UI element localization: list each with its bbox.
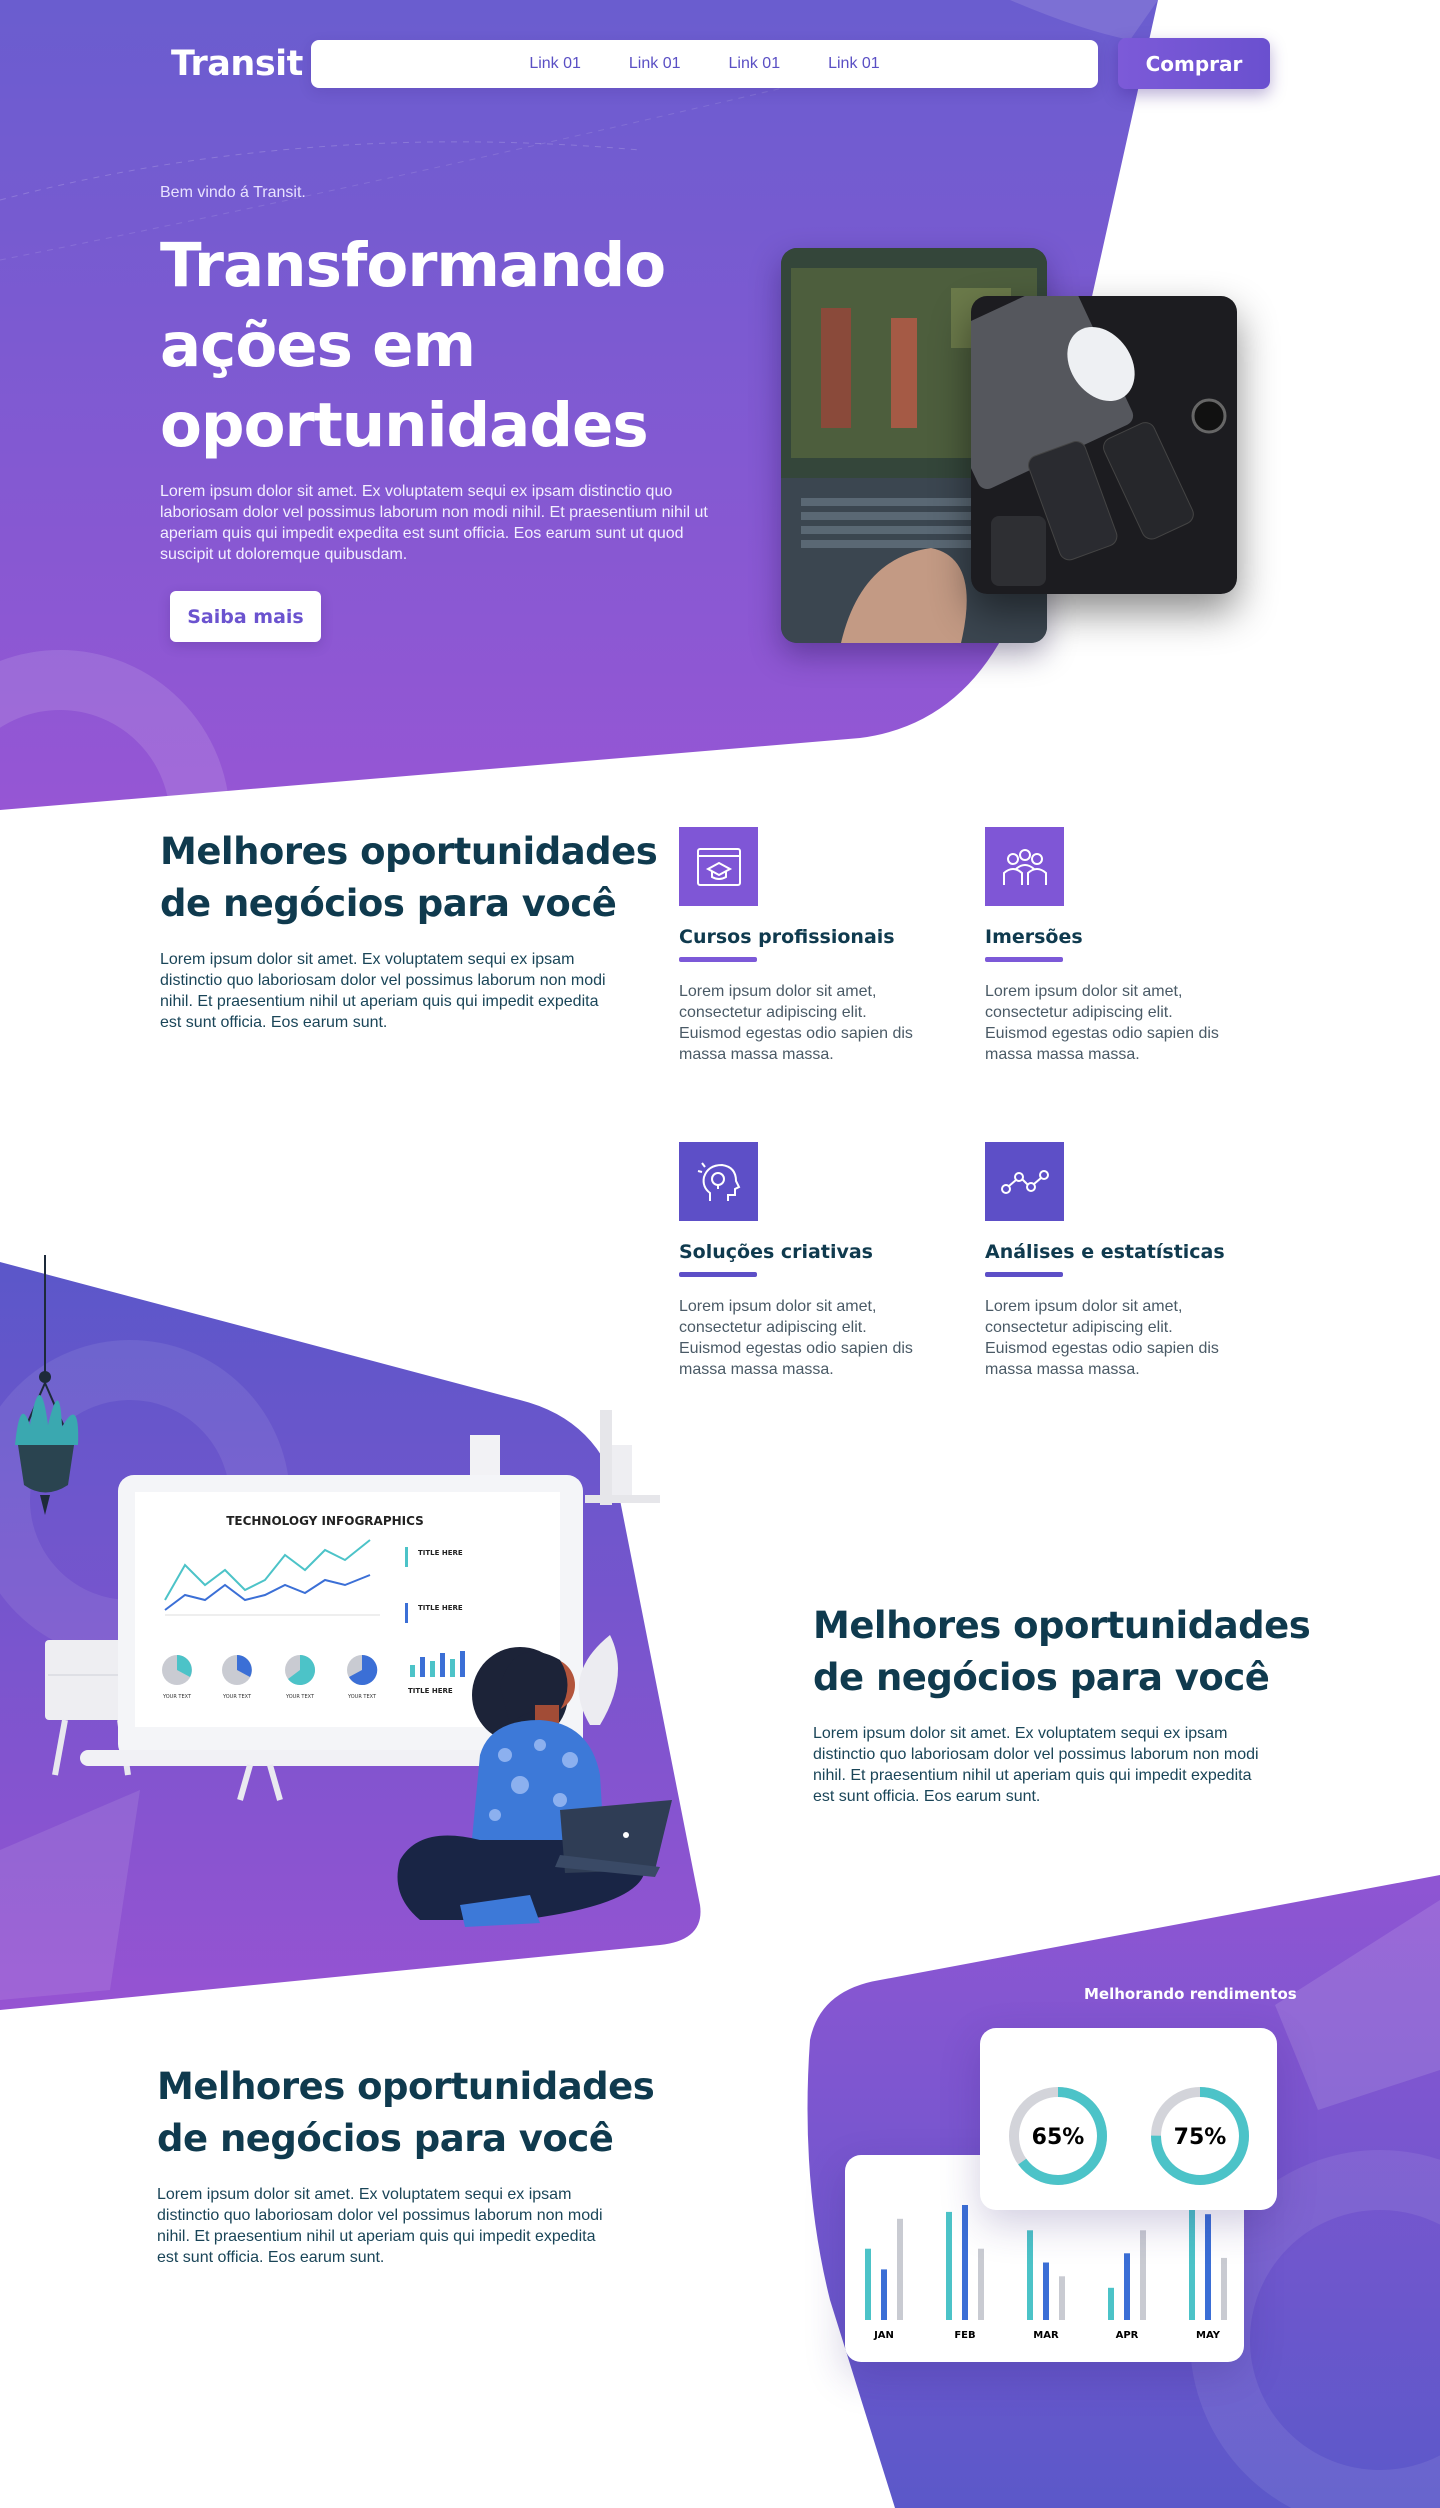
month-label: APR [1116, 2330, 1139, 2341]
feature-underline [679, 957, 757, 962]
nav-link-1[interactable]: Link 01 [529, 55, 581, 73]
learn-more-button[interactable]: Saiba mais [170, 591, 321, 642]
pie-label: YOUR TEXT [285, 1694, 315, 1700]
bar [978, 2248, 984, 2320]
month-label: MAY [1196, 2330, 1221, 2341]
opportunities-description: Lorem ipsum dolor sit amet. Ex voluptate… [160, 951, 606, 1031]
hero-description: Lorem ipsum dolor sit amet. Ex voluptate… [160, 483, 708, 563]
donut-card: 65% 75% [980, 2028, 1277, 2210]
feature-description: Lorem ipsum dolor sit amet, consectetur … [985, 983, 1219, 1063]
hero-title: Transformando ações em oportunidades [160, 230, 666, 461]
month-label: MAR [1033, 2330, 1059, 2341]
donut-value: 75% [1174, 2125, 1227, 2150]
nav-link-3[interactable]: Link 01 [729, 55, 781, 73]
month-label: JAN [873, 2330, 894, 2341]
brand-logo[interactable]: Transit [171, 40, 303, 88]
bar [865, 2248, 871, 2320]
nav-link-2[interactable]: Link 01 [629, 55, 681, 73]
screen-side-title-1: TITLE HERE [418, 1549, 463, 1557]
donut-charts: 65% 75% [1009, 2087, 1249, 2185]
bar [1205, 2214, 1211, 2320]
head-lightbulb-icon [679, 1142, 758, 1221]
stats-section-title: Melhores oportunidades de negócios para … [157, 2065, 655, 2160]
bar [1189, 2205, 1195, 2320]
bar [1124, 2253, 1130, 2320]
feature-card-immersions[interactable]: Imersões Lorem ipsum dolor sit amet, con… [985, 827, 1225, 1065]
bar [1059, 2276, 1065, 2320]
bar [946, 2211, 952, 2320]
donut-value: 65% [1032, 2125, 1085, 2150]
stats-label: Melhorando rendimentos [1084, 1985, 1297, 2003]
screen-side-title-2: TITLE HERE [418, 1604, 463, 1612]
graduation-cap-browser-icon [679, 827, 758, 906]
hero-photo-desk-devices [971, 296, 1237, 594]
screen-bottom-title: TITLE HERE [408, 1687, 453, 1695]
bar [1221, 2257, 1227, 2320]
pie-label: YOUR TEXT [222, 1694, 252, 1700]
bar [897, 2218, 903, 2320]
bar [1027, 2230, 1033, 2320]
feature-description: Lorem ipsum dolor sit amet, consectetur … [679, 983, 913, 1063]
feature-title: Cursos profissionais [679, 926, 895, 948]
feature-card-courses[interactable]: Cursos profissionais Lorem ipsum dolor s… [679, 827, 919, 1065]
pie-label: YOUR TEXT [162, 1694, 192, 1700]
illustration-section-description: Lorem ipsum dolor sit amet. Ex voluptate… [813, 1725, 1259, 1805]
bar [1108, 2287, 1114, 2320]
group-people-icon [985, 827, 1064, 906]
line-chart-nodes-icon [985, 1142, 1064, 1221]
bar [962, 2205, 968, 2320]
hero-welcome: Bem vindo á Transit. [160, 184, 306, 201]
bar [1043, 2262, 1049, 2320]
pie-label: YOUR TEXT [347, 1694, 377, 1700]
nav-link-4[interactable]: Link 01 [828, 55, 880, 73]
feature-title: Imersões [985, 926, 1083, 948]
illustration-section-title: Melhores oportunidades de negócios para … [813, 1604, 1311, 1699]
main-nav: Link 01 Link 01 Link 01 Link 01 [311, 40, 1098, 88]
feature-underline [985, 957, 1063, 962]
month-label: FEB [954, 2330, 975, 2341]
screen-title: TECHNOLOGY INFOGRAPHICS [226, 1514, 424, 1528]
bar [1140, 2230, 1146, 2320]
stats-section-description: Lorem ipsum dolor sit amet. Ex voluptate… [157, 2186, 603, 2266]
opportunities-title: Melhores oportunidades de negócios para … [160, 830, 658, 925]
bar [881, 2269, 887, 2320]
buy-button[interactable]: Comprar [1118, 38, 1270, 89]
